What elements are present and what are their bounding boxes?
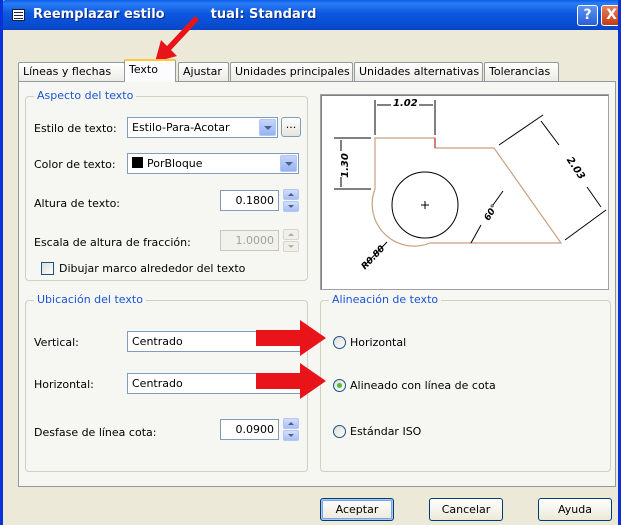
texto-tab-panel: Aspecto del texto Estilo de texto: Estil… bbox=[18, 81, 616, 487]
draw-frame-checkbox[interactable] bbox=[41, 262, 54, 275]
tab-unidades-principales[interactable]: Unidades principales bbox=[230, 62, 353, 81]
spin-up-icon[interactable] bbox=[283, 189, 299, 200]
text-style-value: Estilo-Para-Acotar bbox=[132, 121, 230, 134]
help-button[interactable]: Ayuda bbox=[538, 498, 612, 521]
spin-down-icon[interactable] bbox=[283, 201, 299, 212]
annotation-arrow-aligned-icon bbox=[256, 363, 326, 399]
text-color-value: PorBloque bbox=[147, 157, 203, 170]
cancel-button[interactable]: Cancelar bbox=[429, 498, 503, 521]
vertical-label: Vertical: bbox=[34, 336, 79, 349]
align-iso-label: Estándar ISO bbox=[350, 425, 422, 438]
draw-frame-label: Dibujar marco alrededor del texto bbox=[59, 262, 246, 275]
spin-down-icon[interactable] bbox=[283, 430, 299, 441]
fraction-scale-spinner[interactable] bbox=[283, 229, 299, 252]
tab-lineas-flechas[interactable]: Líneas y flechas bbox=[18, 62, 125, 81]
dimension-offset-label: Desfase de línea cota: bbox=[34, 426, 157, 439]
align-with-dimension-radio[interactable] bbox=[333, 379, 346, 392]
window-title-end: tual: Standard bbox=[210, 7, 317, 22]
dialog-window: Reemplazar estilo tual: Standard ? X Líne… bbox=[0, 0, 621, 525]
horizontal-value: Centrado bbox=[132, 377, 183, 390]
text-appearance-group: Aspecto del texto Estilo de texto: Estil… bbox=[25, 89, 308, 281]
fraction-scale-label: Escala de altura de fracción: bbox=[34, 236, 191, 249]
align-with-dimension-label: Alineado con línea de cota bbox=[350, 379, 496, 392]
spin-down-icon[interactable] bbox=[283, 241, 299, 252]
text-placement-title: Ubicación del texto bbox=[34, 293, 146, 306]
dimension-preview: 1.02 1.30 2.03 60° R0.80 bbox=[320, 94, 609, 290]
tab-unidades-alternativas[interactable]: Unidades alternativas bbox=[354, 62, 483, 81]
dimension-style-icon bbox=[12, 9, 25, 21]
text-color-select[interactable]: PorBloque bbox=[127, 153, 299, 174]
align-horizontal-label: Horizontal bbox=[350, 336, 407, 349]
ok-button[interactable]: Aceptar bbox=[320, 498, 394, 521]
dim-top-value: 1.02 bbox=[393, 98, 418, 109]
text-style-select[interactable]: Estilo-Para-Acotar bbox=[127, 117, 278, 138]
horizontal-label: Horizontal: bbox=[34, 378, 94, 391]
dim-left-value: 1.30 bbox=[339, 153, 351, 178]
text-height-label: Altura de texto: bbox=[34, 197, 121, 210]
text-style-label: Estilo de texto: bbox=[34, 122, 117, 135]
browse-text-style-button[interactable]: ... bbox=[281, 117, 301, 137]
text-alignment-title: Alineación de texto bbox=[329, 293, 442, 306]
spin-up-icon[interactable] bbox=[283, 418, 299, 429]
text-appearance-title: Aspecto del texto bbox=[34, 89, 137, 102]
help-title-button[interactable]: ? bbox=[577, 5, 598, 26]
chevron-down-icon[interactable] bbox=[259, 119, 276, 136]
align-iso-radio[interactable] bbox=[333, 425, 346, 438]
tab-texto[interactable]: Texto bbox=[124, 59, 176, 82]
text-color-label: Color de texto: bbox=[34, 158, 116, 171]
tab-tolerancias[interactable]: Tolerancias bbox=[484, 62, 559, 81]
dimension-offset-spinner[interactable] bbox=[283, 418, 299, 441]
close-button[interactable]: X bbox=[601, 5, 618, 26]
align-horizontal-radio[interactable] bbox=[333, 336, 346, 349]
text-alignment-group: Alineación de texto Horizontal Alineado … bbox=[320, 293, 611, 472]
vertical-value: Centrado bbox=[132, 335, 183, 348]
fraction-scale-input[interactable]: 1.0000 bbox=[220, 230, 279, 251]
color-swatch-icon bbox=[132, 157, 143, 168]
spin-up-icon[interactable] bbox=[283, 229, 299, 240]
chevron-down-icon[interactable] bbox=[280, 155, 297, 172]
annotation-arrow-horizontal-icon bbox=[256, 320, 326, 356]
text-height-spinner[interactable] bbox=[283, 189, 299, 212]
text-height-input[interactable]: 0.1800 bbox=[220, 190, 279, 211]
dimension-offset-input[interactable]: 0.0900 bbox=[220, 419, 279, 440]
title-bar[interactable]: Reemplazar estilo tual: Standard ? X bbox=[3, 0, 618, 30]
